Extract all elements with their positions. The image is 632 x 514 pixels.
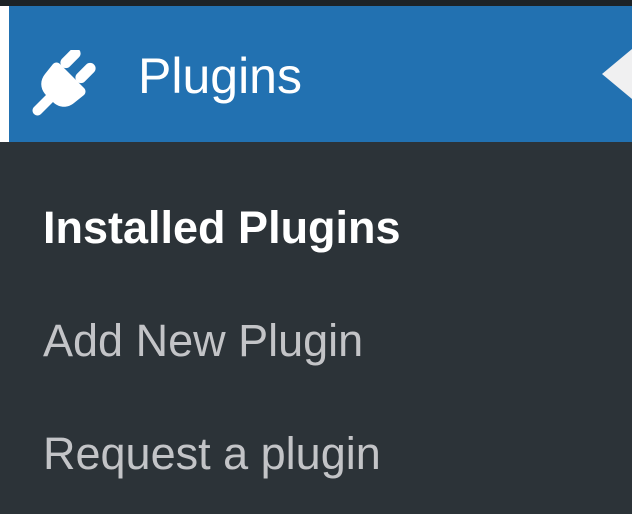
menu-item-plugins[interactable]: Plugins [0, 6, 632, 142]
plug-icon [32, 50, 96, 116]
active-indicator-bar [0, 6, 9, 142]
submenu-item-request-a-plugin[interactable]: Request a plugin [43, 426, 381, 482]
menu-item-label: Plugins [138, 48, 302, 104]
current-menu-arrow [602, 49, 632, 99]
submenu-item-add-new-plugin[interactable]: Add New Plugin [43, 313, 363, 369]
plugins-submenu: Installed Plugins Add New Plugin Request… [0, 142, 632, 514]
submenu-item-installed-plugins[interactable]: Installed Plugins [43, 200, 401, 256]
